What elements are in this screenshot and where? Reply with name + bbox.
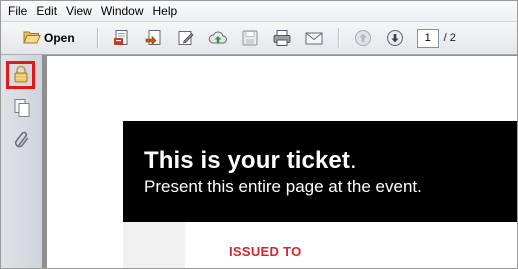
lock-icon	[13, 65, 29, 86]
menu-edit[interactable]: Edit	[32, 1, 62, 21]
upload-cloud-icon[interactable]	[208, 28, 228, 48]
export-icon[interactable]	[144, 28, 164, 48]
menu-file[interactable]: File	[4, 1, 32, 21]
ticket-title: This is your ticket.	[144, 147, 357, 175]
issued-to-label: ISSUED TO	[229, 244, 302, 259]
paperclip-icon	[13, 130, 31, 153]
page-number-input[interactable]: 1	[416, 28, 439, 48]
menu-view[interactable]: View	[62, 1, 97, 21]
edit-icon[interactable]	[176, 28, 196, 48]
security-lock-button[interactable]	[6, 61, 35, 89]
toolbar-separator	[337, 28, 339, 48]
print-icon[interactable]	[272, 28, 292, 48]
document-area[interactable]: This is your ticket. Present this entire…	[43, 55, 517, 268]
save-icon[interactable]	[240, 28, 260, 48]
menu-bar: File Edit View Window Help	[1, 1, 517, 21]
previous-page-icon[interactable]	[353, 28, 373, 48]
folder-open-icon	[23, 29, 41, 48]
pdf-page: This is your ticket. Present this entire…	[47, 56, 517, 268]
attachments-button[interactable]	[10, 129, 34, 153]
navigation-pane	[1, 55, 43, 268]
page-total: / 2	[443, 32, 456, 44]
toolbar: Open 1 / 2	[1, 21, 517, 55]
email-icon[interactable]	[304, 28, 324, 48]
pages-icon	[13, 98, 31, 121]
toolbar-separator	[96, 28, 98, 48]
pdf-viewer-window: File Edit View Window Help Open 1 / 2 Th…	[0, 0, 518, 269]
create-pdf-icon[interactable]	[112, 28, 132, 48]
menu-window[interactable]: Window	[97, 1, 149, 21]
ticket-header: This is your ticket. Present this entire…	[123, 121, 517, 222]
pages-button[interactable]	[10, 97, 34, 121]
ticket-title-dot: .	[349, 147, 357, 174]
ticket-side-panel	[123, 222, 185, 268]
ticket-title-text: This is your ticket	[144, 147, 350, 174]
next-page-icon[interactable]	[385, 28, 405, 48]
open-button-label: Open	[44, 31, 75, 45]
ticket-body: ISSUED TO	[123, 222, 517, 268]
ticket-subtitle: Present this entire page at the event.	[144, 177, 422, 196]
menu-help[interactable]: Help	[149, 1, 183, 21]
open-button[interactable]: Open	[21, 27, 77, 49]
